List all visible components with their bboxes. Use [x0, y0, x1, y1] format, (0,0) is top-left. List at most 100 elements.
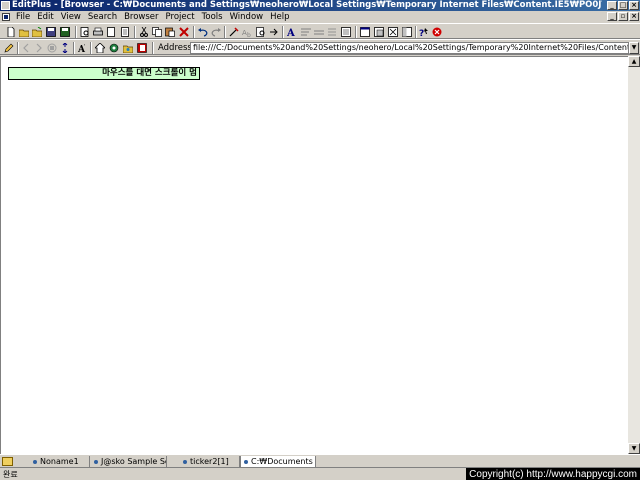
main-toolbar: Ab A ?	[0, 23, 640, 39]
document-view-icon[interactable]	[120, 27, 130, 37]
help-icon[interactable]: ?	[419, 27, 429, 37]
back-icon[interactable]	[21, 43, 31, 53]
tab-label: Noname1	[40, 457, 79, 466]
marquee-ticker[interactable]: 마우스를 대면 스크롤이 멈	[8, 67, 200, 80]
find-in-files-icon[interactable]	[256, 27, 266, 37]
font-icon[interactable]: A	[287, 27, 297, 37]
home-icon[interactable]	[95, 43, 105, 53]
window2-icon[interactable]	[374, 27, 384, 37]
save-icon[interactable]	[46, 27, 56, 37]
svg-text:': '	[84, 44, 85, 50]
window-title: EditPlus - [Browser - C:₩Documents and S…	[12, 0, 602, 10]
menu-window[interactable]: Window	[230, 11, 264, 23]
window-icon[interactable]	[360, 27, 370, 37]
document-icon	[244, 460, 248, 464]
refresh-icon[interactable]	[60, 43, 70, 53]
screen-icon[interactable]	[341, 27, 351, 37]
settings-icon[interactable]	[109, 43, 119, 53]
browser-view[interactable]: 마우스를 대면 스크롤이 멈	[0, 56, 628, 454]
svg-text:?: ?	[419, 29, 424, 37]
font-size-icon[interactable]: A '	[78, 43, 88, 53]
status-bar: 완료 Copyright(c) http://www.happycgi.com	[0, 467, 640, 480]
menu-search[interactable]: Search	[88, 11, 117, 23]
menu-bar: File Edit View Search Browser Project To…	[0, 11, 640, 23]
svg-text:A: A	[287, 28, 295, 37]
doc-minimize-button[interactable]: _	[607, 12, 617, 21]
doc-restore-button[interactable]: ▫	[618, 12, 628, 21]
word-wrap-icon[interactable]	[301, 27, 311, 37]
print-preview-icon[interactable]	[80, 27, 90, 37]
menu-tools[interactable]: Tools	[202, 11, 223, 23]
status-text: 완료	[3, 470, 18, 479]
document-tabs: Noname1 J@sko Sample Scr ticker2[1] C:₩D…	[0, 454, 640, 468]
vertical-scrollbar[interactable]: ▲ ▼	[628, 56, 640, 454]
maximize-button[interactable]: □	[618, 1, 628, 10]
menu-edit[interactable]: Edit	[37, 11, 53, 23]
print-icon[interactable]	[93, 27, 103, 37]
scroll-up-button[interactable]: ▲	[628, 56, 640, 67]
minimize-button[interactable]: _	[607, 1, 617, 10]
menu-project[interactable]: Project	[166, 11, 195, 23]
document-icon	[183, 460, 187, 464]
pen-icon[interactable]	[4, 43, 14, 53]
save-all-icon[interactable]	[60, 27, 70, 37]
window3-icon[interactable]	[388, 27, 398, 37]
forward-icon[interactable]	[34, 43, 44, 53]
toolbar-separator	[90, 42, 92, 54]
menu-view[interactable]: View	[61, 11, 81, 23]
line-number-icon[interactable]	[327, 27, 337, 37]
open-icon[interactable]	[19, 27, 29, 37]
tab-label: ticker2[1]	[190, 457, 229, 466]
toolbar-separator	[224, 26, 226, 38]
app-icon[interactable]	[1, 1, 10, 10]
toolbar-separator	[282, 26, 284, 38]
toolbar-separator	[17, 42, 19, 54]
doc-close-button[interactable]: ×	[629, 12, 639, 21]
favorites-icon[interactable]	[123, 43, 133, 53]
menu-browser[interactable]: Browser	[124, 11, 158, 23]
stop-icon[interactable]	[432, 27, 442, 37]
bookmark-icon[interactable]	[137, 43, 147, 53]
document-icon	[33, 460, 37, 464]
window4-icon[interactable]	[402, 27, 412, 37]
copyright-notice: Copyright(c) http://www.happycgi.com	[466, 468, 640, 480]
toolbar-separator	[75, 26, 77, 38]
scroll-down-button[interactable]: ▼	[628, 443, 640, 454]
browser-toolbar: A ' Address file:///C:/Documents%20and%20…	[0, 39, 640, 55]
tab-label: C:₩Documents an	[251, 457, 315, 466]
stop-browse-icon[interactable]	[47, 43, 57, 53]
toolbar-separator	[152, 42, 154, 54]
copy-icon[interactable]	[152, 27, 162, 37]
menu-file[interactable]: File	[16, 11, 30, 23]
menu-help[interactable]: Help	[270, 11, 289, 23]
document-icon	[94, 460, 98, 464]
goto-icon[interactable]	[269, 27, 279, 37]
close-button[interactable]: ×	[629, 1, 639, 10]
svg-text:b: b	[247, 32, 251, 37]
page-icon[interactable]	[106, 27, 116, 37]
delete-icon[interactable]	[179, 27, 189, 37]
document-window-controls: _ ▫ ×	[607, 12, 639, 21]
toolbar-separator	[415, 26, 417, 38]
cut-icon[interactable]	[139, 27, 149, 37]
address-label: Address	[158, 43, 192, 53]
document-icon[interactable]	[2, 13, 10, 21]
paste-icon[interactable]	[165, 27, 175, 37]
address-dropdown-button[interactable]: ▼	[629, 42, 639, 54]
folder-icon[interactable]	[2, 457, 13, 466]
title-bar: EditPlus - [Browser - C:₩Documents and S…	[0, 0, 640, 11]
open-folder-icon[interactable]	[32, 27, 42, 37]
ruler-icon[interactable]	[314, 27, 324, 37]
toolbar-separator	[355, 26, 357, 38]
tab-label: J@sko Sample Scr	[101, 457, 167, 466]
redo-icon[interactable]	[211, 27, 221, 37]
find-icon[interactable]	[229, 27, 239, 37]
toolbar-separator	[73, 42, 75, 54]
window-controls: _ □ ×	[607, 1, 639, 10]
undo-icon[interactable]	[198, 27, 208, 37]
toolbar-separator	[193, 26, 195, 38]
replace-icon[interactable]: Ab	[242, 27, 252, 37]
address-input[interactable]: file:///C:/Documents%20and%20Settings/ne…	[190, 42, 629, 54]
toolbar-separator	[134, 26, 136, 38]
new-icon[interactable]	[6, 27, 16, 37]
